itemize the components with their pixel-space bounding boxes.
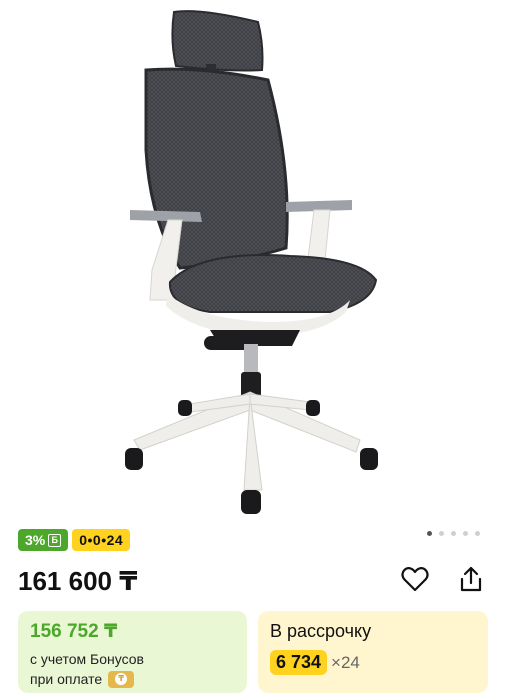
promo-badges: 3% Б 0•0•24 [18, 529, 131, 551]
bonus-line-2: при оплате [30, 671, 103, 687]
share-button[interactable] [456, 564, 486, 594]
installment-card[interactable]: В рассрочку 6 734 ×24 [258, 611, 488, 693]
installment-monthly-amount: 6 734 [270, 650, 328, 675]
share-icon [460, 566, 482, 592]
bonus-coin-icon: ₸ [108, 670, 135, 688]
pagination-dot-active[interactable] [427, 531, 432, 536]
gallery-pagination[interactable] [427, 531, 480, 536]
bonus-badge-percent: 3% [25, 532, 46, 548]
pagination-dot[interactable] [451, 531, 456, 536]
installment-months: ×24 [331, 652, 360, 672]
product-image [125, 10, 378, 514]
bonus-line-1: с учетом Бонусов [30, 651, 144, 667]
pagination-dot[interactable] [439, 531, 444, 536]
heart-icon [401, 567, 429, 592]
favorite-button[interactable] [400, 564, 430, 594]
bonus-description: с учетом Бонусов при оплате ₸ [30, 649, 235, 689]
bonus-badge: 3% Б [18, 529, 69, 551]
product-price: 161 600 ₸ [18, 566, 138, 596]
pagination-dot[interactable] [475, 531, 480, 536]
installment-badge: 0•0•24 [72, 529, 131, 551]
bonus-currency-icon: Б [48, 533, 62, 547]
installment-terms: 6 734 ×24 [270, 650, 476, 675]
bonus-price: 156 752 ₸ [30, 621, 118, 642]
bonus-price-card[interactable]: 156 752 ₸ с учетом Бонусов при оплате ₸ [18, 611, 247, 693]
installment-title: В рассрочку [270, 621, 372, 641]
product-page: 3% Б 0•0•24 161 600 ₸ 156 752 ₸ с учетом… [0, 0, 508, 699]
product-actions [400, 564, 486, 594]
pagination-dot[interactable] [463, 531, 468, 536]
product-gallery[interactable] [0, 0, 508, 520]
